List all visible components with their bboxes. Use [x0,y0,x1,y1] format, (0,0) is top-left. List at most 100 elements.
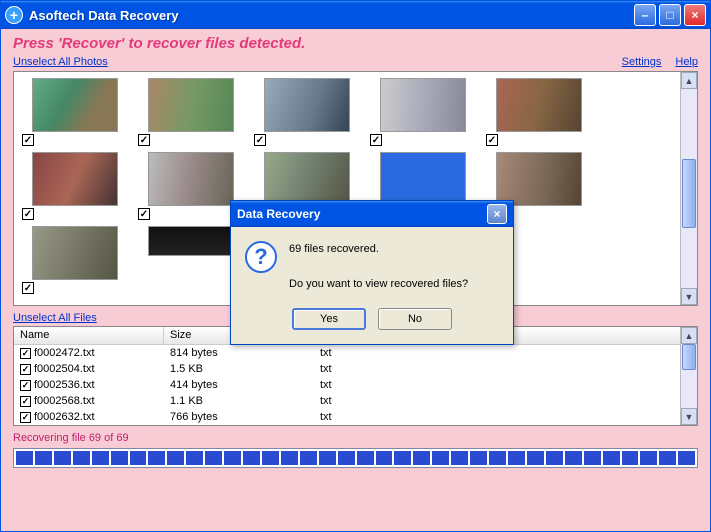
progress-segment [394,451,411,465]
photo-scrollbar[interactable]: ▲ ▼ [680,72,697,305]
progress-segment [451,451,468,465]
progress-segment [622,451,639,465]
thumbnail-image[interactable] [264,152,350,206]
thumbnail-image[interactable] [148,78,234,132]
progress-segment [640,451,657,465]
thumbnail-item[interactable]: ✓ [22,226,120,294]
progress-segment [262,451,279,465]
titlebar: + Asoftech Data Recovery – □ × [1,1,710,29]
scroll-thumb[interactable] [682,159,696,229]
photo-linkbar: Unselect All Photos Settings Help [13,56,698,68]
file-extension: txt [314,395,680,407]
thumbnail-item[interactable]: ✓ [22,152,120,220]
minimize-button[interactable]: – [634,4,656,26]
thumbnail-checkbox[interactable]: ✓ [370,134,382,146]
table-row[interactable]: ✓f0002568.txt1.1 KBtxt [14,393,680,409]
thumbnail-item[interactable]: ✓ [370,78,468,146]
table-row[interactable]: ✓f0002472.txt814 bytestxt [14,345,680,361]
thumbnail-checkbox[interactable]: ✓ [22,134,34,146]
dialog-line1: 69 files recovered. [289,241,468,259]
file-checkbox[interactable]: ✓ [20,348,31,359]
thumbnail-image[interactable] [264,78,350,132]
file-checkbox[interactable]: ✓ [20,412,31,423]
thumbnail-image[interactable] [496,152,582,206]
scroll-thumb[interactable] [682,344,696,370]
app-icon: + [5,6,23,24]
settings-link[interactable]: Settings [622,56,662,68]
unselect-all-files-link[interactable]: Unselect All Files [13,312,97,324]
progress-segment [224,451,241,465]
col-name[interactable]: Name [14,327,164,344]
thumbnail-image[interactable] [32,152,118,206]
scroll-down-icon[interactable]: ▼ [681,288,697,305]
status-text: Recovering file 69 of 69 [13,432,698,444]
instruction-text: Press 'Recover' to recover files detecte… [13,35,698,52]
table-row[interactable]: ✓f0002504.txt1.5 KBtxt [14,361,680,377]
scroll-up-icon[interactable]: ▲ [681,327,697,344]
progress-segment [432,451,449,465]
progress-segment [376,451,393,465]
thumbnail-image[interactable] [32,78,118,132]
file-scrollbar[interactable]: ▲ ▼ [680,327,697,425]
progress-segment [565,451,582,465]
thumbnail-image[interactable] [148,152,234,206]
file-checkbox[interactable]: ✓ [20,380,31,391]
yes-button[interactable]: Yes [292,308,366,330]
progress-segment [148,451,165,465]
table-row[interactable]: ✓f0002536.txt414 bytestxt [14,377,680,393]
progress-segment [54,451,71,465]
file-checkbox[interactable]: ✓ [20,364,31,375]
dialog-message: 69 files recovered. Do you want to view … [289,241,468,294]
thumbnail-checkbox[interactable]: ✓ [138,208,150,220]
window-title: Asoftech Data Recovery [29,8,631,23]
scroll-up-icon[interactable]: ▲ [681,72,697,89]
file-size: 814 bytes [164,347,314,359]
thumbnail-item[interactable]: ✓ [138,78,236,146]
file-rows: ✓f0002472.txt814 bytestxt✓f0002504.txt1.… [14,345,680,425]
progress-segment [16,451,33,465]
maximize-button[interactable]: □ [659,4,681,26]
thumbnail-checkbox[interactable]: ✓ [486,134,498,146]
thumbnail-checkbox[interactable]: ✓ [22,208,34,220]
scroll-down-icon[interactable]: ▼ [681,408,697,425]
help-link[interactable]: Help [675,56,698,68]
thumbnail-item[interactable]: ✓ [486,78,584,146]
progress-segment [659,451,676,465]
thumbnail-item[interactable] [138,226,236,294]
progress-segment [243,451,260,465]
unselect-all-photos-link[interactable]: Unselect All Photos [13,56,108,68]
file-checkbox[interactable]: ✓ [20,396,31,407]
thumbnail-image[interactable] [496,78,582,132]
progress-segment [205,451,222,465]
thumbnail-image[interactable] [380,152,466,206]
no-button[interactable]: No [378,308,452,330]
dialog-title: Data Recovery [237,207,487,221]
thumbnail-item[interactable]: ✓ [254,78,352,146]
thumbnail-image[interactable] [380,78,466,132]
dialog-close-button[interactable]: × [487,204,507,224]
table-row[interactable]: ✓f0002632.txt766 bytestxt [14,409,680,425]
file-size: 766 bytes [164,411,314,423]
file-extension: txt [314,363,680,375]
close-button[interactable]: × [684,4,706,26]
thumbnail-image[interactable] [32,226,118,280]
progress-segment [319,451,336,465]
thumbnail-checkbox[interactable]: ✓ [138,134,150,146]
progress-segment [111,451,128,465]
thumbnail-item[interactable]: ✓ [138,152,236,220]
progress-segment [489,451,506,465]
dialog-titlebar: Data Recovery × [231,201,513,227]
file-name: f0002504.txt [34,363,95,375]
file-extension: txt [314,411,680,423]
dialog-line2: Do you want to view recovered files? [289,276,468,294]
file-name: f0002568.txt [34,395,95,407]
file-extension: txt [314,347,680,359]
progress-segment [508,451,525,465]
question-icon: ? [245,241,277,273]
thumbnail-image[interactable] [148,226,234,256]
thumbnail-checkbox[interactable]: ✓ [254,134,266,146]
file-extension: txt [314,379,680,391]
thumbnail-checkbox[interactable]: ✓ [22,282,34,294]
progress-segment [338,451,355,465]
thumbnail-item[interactable]: ✓ [22,78,120,146]
